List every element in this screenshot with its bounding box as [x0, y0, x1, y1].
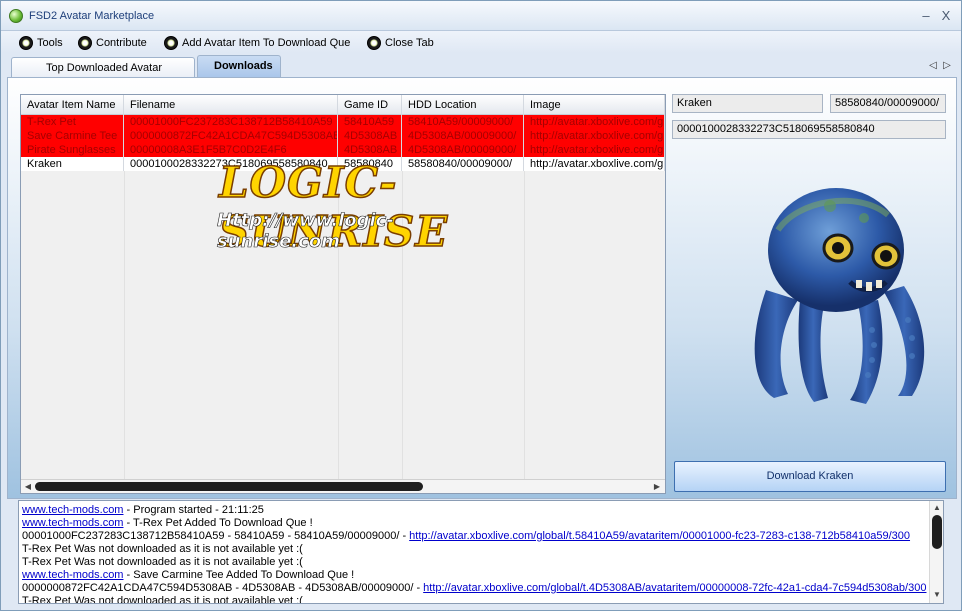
cell-location: 4D5308AB/00009000/ — [402, 129, 524, 143]
scroll-left-icon[interactable]: ◀ — [22, 481, 34, 493]
tab-downloads[interactable]: Downloads — [197, 55, 281, 78]
cell-name: T-Rex Pet — [21, 115, 124, 129]
cell-location: 4D5308AB/00009000/ — [402, 143, 524, 157]
scrollbar-thumb[interactable] — [35, 482, 423, 491]
cell-image: http://avatar.xboxlive.com/g — [524, 157, 665, 171]
cell-name: Save Carmine Tee — [21, 129, 124, 143]
cell-name: Pirate Sunglasses — [21, 143, 124, 157]
window-title: FSD2 Avatar Marketplace — [29, 10, 155, 22]
title-bar: FSD2 Avatar Marketplace – X — [1, 1, 961, 31]
log-panel[interactable]: www.tech-mods.com - Program started - 21… — [18, 500, 944, 604]
tab-top-downloaded[interactable]: Top Downloaded Avatar Items — [11, 57, 195, 94]
scroll-right-icon[interactable]: ▶ — [651, 481, 663, 493]
scroll-down-icon[interactable]: ▼ — [931, 589, 943, 601]
cell-name: Kraken — [21, 157, 124, 171]
app-icon — [9, 9, 23, 23]
table-row[interactable]: Pirate Sunglasses 00000008A3E1F5B7C0D2E4… — [21, 143, 665, 157]
col-hdd-location[interactable]: HDD Location — [402, 95, 524, 115]
log-link[interactable]: www.tech-mods.com — [22, 569, 123, 581]
grid-horizontal-scrollbar[interactable]: ◀ ▶ — [21, 479, 665, 493]
col-filename[interactable]: Filename — [124, 95, 338, 115]
cell-game-id: 4D5308AB — [338, 143, 402, 157]
log-line: 00001000FC237283C138712B58410A59 - 58410… — [22, 530, 911, 542]
log-line: www.tech-mods.com - T-Rex Pet Added To D… — [22, 517, 313, 529]
log-link[interactable]: www.tech-mods.com — [22, 504, 123, 516]
col-image[interactable]: Image — [524, 95, 665, 115]
cell-location: 58410A59/00009000/ — [402, 115, 524, 129]
downloads-panel: Avatar Item Name Filename Game ID HDD Lo… — [7, 77, 957, 499]
menu-add-to-download-que[interactable]: Add Avatar Item To Download Que — [164, 34, 350, 52]
cell-filename: 0000000872FC42A1CDA47C594D5308AB — [124, 129, 338, 143]
cell-image: http://avatar.xboxlive.com/global/t.4D53… — [524, 129, 665, 143]
minimize-button[interactable]: – — [917, 7, 935, 25]
scrollbar-thumb[interactable] — [932, 515, 942, 549]
log-line: www.tech-mods.com - Program started - 21… — [22, 504, 264, 516]
tab-next-icon[interactable]: ▷ — [941, 59, 953, 73]
kraken-avatar-image — [754, 188, 925, 404]
menu-close-tab[interactable]: Close Tab — [367, 34, 434, 52]
tab-strip: Top Downloaded Avatar Items Downloads ◁ … — [7, 53, 957, 94]
download-button[interactable]: Download Kraken — [674, 461, 946, 492]
menu-tools[interactable]: Tools — [19, 34, 63, 52]
log-url-link[interactable]: http://avatar.xboxlive.com/global/t.5841… — [409, 530, 910, 542]
watermark-url: Http://www.logic-sunrise.com — [217, 210, 394, 253]
item-filename-field[interactable]: 0000100028332273C518069558580840 — [672, 120, 946, 139]
downloads-grid[interactable]: Avatar Item Name Filename Game ID HDD Lo… — [20, 94, 666, 494]
tab-prev-icon[interactable]: ◁ — [927, 59, 939, 73]
log-url-link[interactable]: http://avatar.xboxlive.com/global/t.4D53… — [423, 582, 926, 594]
cell-filename: 00000008A3E1F5B7C0D2E4F6 — [124, 143, 338, 157]
main-window: FSD2 Avatar Marketplace – X Tools Contri… — [0, 0, 962, 611]
scroll-up-icon[interactable]: ▲ — [931, 502, 943, 514]
close-button[interactable]: X — [937, 7, 955, 25]
cell-game-id: 58410A59 — [338, 115, 402, 129]
item-name-field[interactable]: Kraken — [672, 94, 823, 113]
cell-filename: 00001000FC237283C138712B58410A59 — [124, 115, 338, 129]
log-line: T-Rex Pet Was not downloaded as it is no… — [22, 556, 303, 568]
item-location-field[interactable]: 58580840/00009000/ — [830, 94, 946, 113]
cell-image: http://avatar.xboxlive.com/global/t.4D53… — [524, 143, 665, 157]
watermark-logo: LOGIC-SUNRISE Http://www.logic-sunrise.c… — [213, 157, 453, 257]
cell-image: http://avatar.xboxlive.com/global/t.5841… — [524, 115, 665, 129]
cell-game-id: 4D5308AB — [338, 129, 402, 143]
grid-header: Avatar Item Name Filename Game ID HDD Lo… — [21, 95, 665, 115]
log-link[interactable]: www.tech-mods.com — [22, 517, 123, 529]
log-line: 0000000872FC42A1CDA47C594D5308AB - 4D530… — [22, 582, 927, 594]
menu-contribute[interactable]: Contribute — [78, 34, 147, 52]
close-tab-icon — [367, 36, 381, 50]
log-line: T-Rex Pet Was not downloaded as it is no… — [22, 543, 303, 555]
col-game-id[interactable]: Game ID — [338, 95, 402, 115]
log-line: T-Rex Pet Was not downloaded as it is no… — [22, 595, 303, 604]
contribute-icon — [78, 36, 92, 50]
log-line: www.tech-mods.com - Save Carmine Tee Add… — [22, 569, 355, 581]
tools-icon — [19, 36, 33, 50]
table-row[interactable]: T-Rex Pet 00001000FC237283C138712B58410A… — [21, 115, 665, 129]
menu-bar: Tools Contribute Add Avatar Item To Down… — [1, 31, 961, 53]
table-row[interactable]: Save Carmine Tee 0000000872FC42A1CDA47C5… — [21, 129, 665, 143]
log-vertical-scrollbar[interactable]: ▲ ▼ — [929, 501, 943, 603]
add-item-icon — [164, 36, 178, 50]
col-avatar-item-name[interactable]: Avatar Item Name — [21, 95, 124, 115]
